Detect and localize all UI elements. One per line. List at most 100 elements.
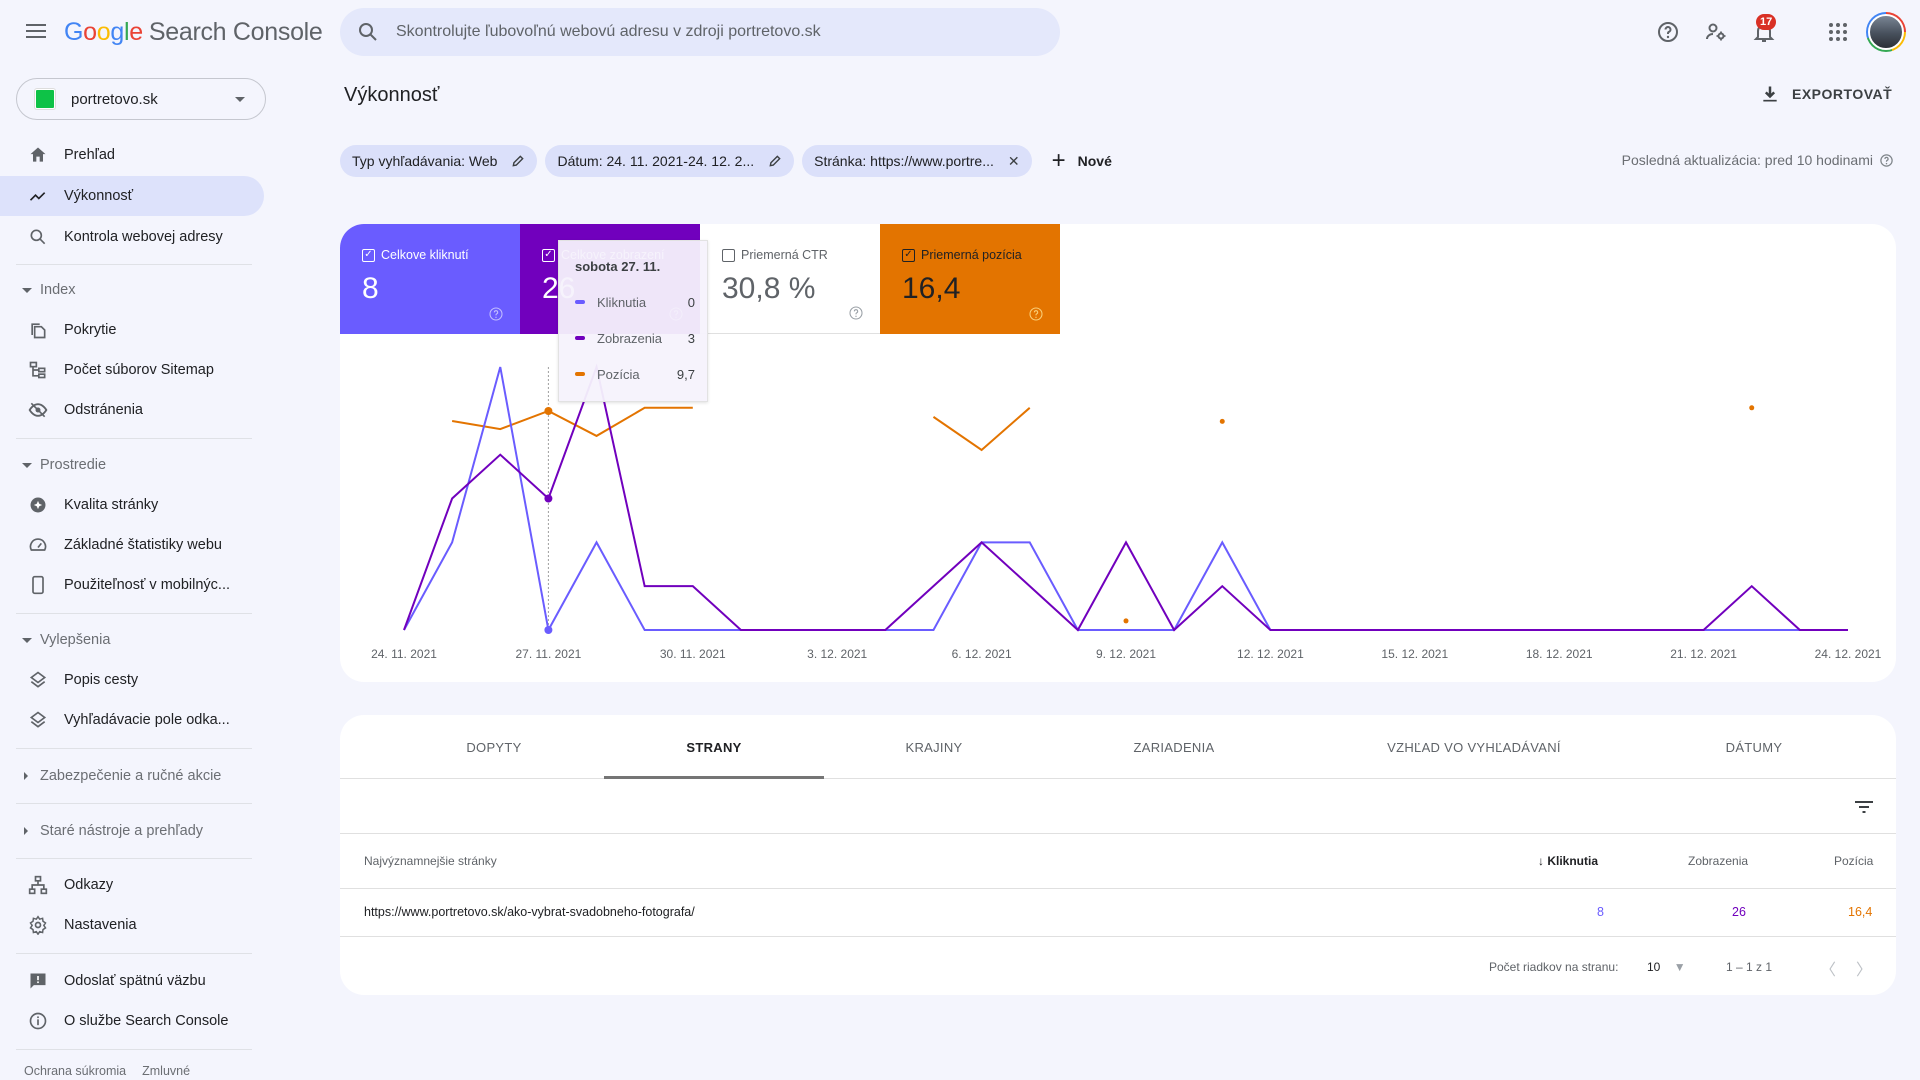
sidebar-item-core-web-vitals[interactable]: Základné štatistiky webu xyxy=(0,525,264,565)
tab-devices[interactable]: ZARIADENIA xyxy=(1044,715,1304,779)
sidebar-item-label: Počet súborov Sitemap xyxy=(64,362,214,378)
url-inspection-search[interactable] xyxy=(340,8,1060,56)
tab-search-appearance[interactable]: VZHĽAD VO VYHĽADÁVANÍ xyxy=(1304,715,1644,779)
divider xyxy=(16,858,252,859)
x-tick-label: 21. 12. 2021 xyxy=(1670,647,1737,661)
checkbox-unchecked-icon[interactable] xyxy=(722,248,735,262)
legend-swatch xyxy=(575,336,585,340)
info-icon xyxy=(29,1012,47,1030)
help-circle-icon[interactable] xyxy=(488,306,504,322)
position-cell: 16,4 xyxy=(1848,905,1873,919)
sidebar-item-label: Vyhľadávacie pole odka... xyxy=(64,712,230,728)
sidebar-item-label: Použiteľnosť v mobilnýc... xyxy=(64,577,231,593)
series-line-pozícia xyxy=(932,407,1031,452)
sidebar-section-index[interactable]: Index xyxy=(0,272,264,308)
search-input[interactable] xyxy=(396,23,1016,41)
rows-per-page-label: Počet riadkov na stranu: xyxy=(1489,960,1619,974)
sidebar-item-settings[interactable]: Nastavenia xyxy=(0,905,264,945)
filter-chip-page[interactable]: Stránka: https://www.portre... ✕ xyxy=(802,145,1032,177)
tab-pages[interactable]: STRANY xyxy=(604,715,824,779)
table-row[interactable]: https://www.portretovo.sk/ako-vybrat-sva… xyxy=(340,889,1896,937)
user-settings-icon[interactable] xyxy=(1704,20,1728,44)
table-card: DOPYTY STRANY KRAJINY ZARIADENIA VZHĽAD … xyxy=(340,715,1896,995)
sidebar-item-performance[interactable]: Výkonnosť xyxy=(0,176,264,216)
add-filter-button[interactable]: + Nové xyxy=(1051,147,1112,174)
sidebar-item-sitemaps[interactable]: Počet súborov Sitemap xyxy=(0,350,264,390)
menu-icon[interactable] xyxy=(24,20,48,44)
sidebar-item-coverage[interactable]: Pokrytie xyxy=(0,310,264,350)
tooltip-row-position: Pozícia 9,7 xyxy=(575,365,695,383)
caret-down-icon xyxy=(22,287,32,293)
sidebar-section-security[interactable]: Zabezpečenie a ručné akcie xyxy=(0,758,264,794)
edit-pencil-icon[interactable] xyxy=(768,154,782,168)
series-line-kliknutia xyxy=(403,366,1848,633)
sidebar-item-removals[interactable]: Odstránenia xyxy=(0,390,264,430)
smartphone-icon xyxy=(32,575,44,595)
caret-down-icon xyxy=(22,637,32,643)
edit-pencil-icon[interactable] xyxy=(511,154,525,168)
help-circle-icon[interactable] xyxy=(848,305,864,321)
x-tick-label: 9. 12. 2021 xyxy=(1096,647,1156,661)
section-title: Staré nástroje a prehľady xyxy=(40,823,204,839)
sidebar-item-sitelinks-searchbox[interactable]: Vyhľadávacie pole odka... xyxy=(0,700,264,740)
sidebar-section-legacy[interactable]: Staré nástroje a prehľady xyxy=(0,813,264,849)
sidebar-item-mobile-usability[interactable]: Použiteľnosť v mobilnýc... xyxy=(0,565,264,605)
avatar[interactable] xyxy=(1866,12,1906,52)
tab-queries[interactable]: DOPYTY xyxy=(384,715,604,779)
sidebar-section-experience[interactable]: Prostredie xyxy=(0,447,264,483)
rows-per-page-select[interactable]: 10 ▼ xyxy=(1647,960,1686,974)
filter-chip-search-type[interactable]: Typ vyhľadávania: Web xyxy=(340,145,538,177)
column-header-position[interactable]: Pozícia xyxy=(1834,854,1873,868)
sidebar-item-links[interactable]: Odkazy xyxy=(0,865,264,905)
logo-letter: o xyxy=(96,18,111,46)
next-page-icon[interactable]: 〉 xyxy=(1856,956,1872,980)
column-header-clicks[interactable]: ↓ Kliknutia xyxy=(1538,854,1598,868)
filter-chip-date[interactable]: Dátum: 24. 11. 2021-24. 12. 2... xyxy=(545,145,795,177)
tab-countries[interactable]: KRAJINY xyxy=(824,715,1044,779)
caret-right-icon xyxy=(24,772,28,780)
apps-grid-icon[interactable] xyxy=(1826,20,1850,44)
close-icon[interactable]: ✕ xyxy=(1008,153,1020,170)
prev-page-icon[interactable]: 〈 xyxy=(1820,956,1836,980)
metric-label: Priemerná CTR xyxy=(722,248,828,262)
metric-value: 16,4 xyxy=(902,272,961,305)
tab-dates[interactable]: DÁTUMY xyxy=(1644,715,1864,779)
help-circle-icon[interactable] xyxy=(1028,306,1044,322)
caret-down-icon xyxy=(22,462,32,468)
metric-total-clicks[interactable]: ✓ Celkove kliknutí 8 xyxy=(340,224,520,334)
property-selector[interactable]: portretovo.sk xyxy=(16,78,266,120)
sidebar-section-enhancements[interactable]: Vylepšenia xyxy=(0,622,264,658)
column-header-impressions[interactable]: Zobrazenia xyxy=(1688,854,1748,868)
sidebar-item-feedback[interactable]: Odoslať spätnú väzbu xyxy=(0,961,264,1001)
checkbox-checked-icon[interactable]: ✓ xyxy=(362,248,375,262)
pagination-range: 1 – 1 z 1 xyxy=(1726,960,1773,974)
export-button[interactable]: EXPORTOVAŤ xyxy=(1760,84,1892,104)
chip-label: Dátum: 24. 11. 2021-24. 12. 2... xyxy=(557,153,755,169)
x-tick-label: 12. 12. 2021 xyxy=(1237,647,1304,661)
sidebar-item-overview[interactable]: Prehľad xyxy=(0,135,264,175)
plus-icon: + xyxy=(1051,147,1066,174)
checkbox-checked-icon[interactable]: ✓ xyxy=(902,248,915,262)
chip-label: Stránka: https://www.portre... xyxy=(814,153,994,169)
help-circle-icon[interactable] xyxy=(1879,153,1894,168)
dimension-tabs: DOPYTY STRANY KRAJINY ZARIADENIA VZHĽAD … xyxy=(340,715,1896,779)
filter-list-icon[interactable] xyxy=(1852,795,1876,819)
page-url-cell[interactable]: https://www.portretovo.sk/ako-vybrat-sva… xyxy=(364,905,695,919)
help-circle-icon[interactable] xyxy=(1656,20,1680,44)
logo-letter: e xyxy=(129,18,143,46)
metric-average-position[interactable]: ✓ Priemerná pozícia 16,4 xyxy=(880,224,1060,334)
privacy-link[interactable]: Ochrana súkromia xyxy=(24,1064,126,1078)
app-logo[interactable]: Google Search Console xyxy=(64,18,323,47)
sidebar-item-about[interactable]: O službe Search Console xyxy=(0,1001,264,1041)
column-header-pages[interactable]: Najvýznamnejšie stránky xyxy=(364,854,497,868)
metric-average-ctr[interactable]: Priemerná CTR 30,8 % xyxy=(700,224,880,334)
page-title: Výkonnosť xyxy=(344,84,440,106)
sidebar-item-page-experience[interactable]: Kvalita stránky xyxy=(0,485,264,525)
sidebar-item-url-inspection[interactable]: Kontrola webovej adresy xyxy=(0,217,264,257)
x-tick-label: 27. 11. 2021 xyxy=(515,647,581,661)
metric-label: ✓ Celkove kliknutí xyxy=(362,248,469,262)
terms-link[interactable]: Zmluvné xyxy=(142,1064,190,1078)
checkbox-checked-icon[interactable]: ✓ xyxy=(542,248,555,262)
divider xyxy=(16,748,252,749)
sidebar-item-breadcrumbs[interactable]: Popis cesty xyxy=(0,660,264,700)
